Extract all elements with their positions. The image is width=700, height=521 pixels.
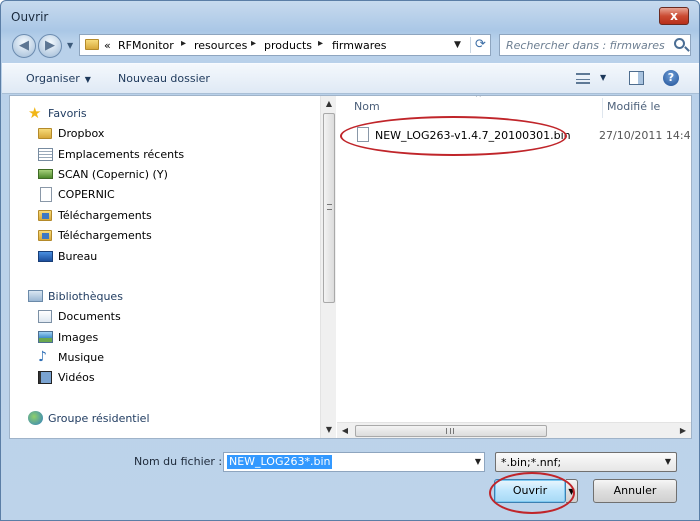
scroll-thumb[interactable]: [323, 113, 335, 303]
chevron-down-icon[interactable]: ▼: [475, 457, 481, 466]
file-name: NEW_LOG263-v1.4.7_20100301.bin: [375, 129, 571, 142]
open-options-dropdown[interactable]: ▼: [566, 479, 578, 503]
nav-item-label: Images: [58, 331, 99, 344]
folder-icon: [85, 39, 99, 50]
file-list-pane: Nom ^ Modifié le NEW_LOG263-v1.4.7_20100…: [337, 96, 691, 438]
scroll-right-arrow-icon[interactable]: ▶: [675, 423, 691, 439]
navigation-pane: ★ Favoris Dropbox Emplacements récents S…: [10, 96, 320, 438]
libraries-icon: [28, 290, 43, 302]
scroll-down-arrow-icon[interactable]: ▼: [321, 422, 337, 438]
column-header-modified[interactable]: Modifié le: [607, 100, 660, 113]
view-options-icon[interactable]: [576, 73, 590, 84]
close-button[interactable]: x: [659, 7, 689, 25]
folder-icon: [38, 128, 52, 139]
filename-input[interactable]: NEW_LOG263*.bin: [227, 455, 333, 469]
nav-group-label: Favoris: [48, 107, 87, 120]
view-dropdown-icon[interactable]: ▼: [600, 73, 606, 82]
file-icon: [357, 127, 369, 142]
help-icon[interactable]: ?: [663, 70, 679, 86]
nav-pane-scrollbar[interactable]: ▲ ▼: [320, 96, 336, 438]
command-toolbar: Organiser ▼ Nouveau dossier ▼ ?: [2, 63, 699, 94]
nav-item-label: SCAN (Copernic) (Y): [58, 168, 168, 181]
breadcrumb-separator-icon[interactable]: ▸: [181, 38, 186, 49]
filetype-value: *.bin;*.nnf;: [501, 456, 562, 469]
address-bar[interactable]: « RFMonitor ▸ resources ▸ products ▸ fir…: [79, 34, 491, 56]
back-button[interactable]: ◀: [12, 34, 36, 58]
breadcrumb-separator-icon[interactable]: ▸: [318, 38, 323, 49]
grip-icon: [327, 204, 332, 210]
recent-places-icon: [38, 148, 53, 161]
document-icon: [40, 187, 52, 202]
nav-item-label: Musique: [58, 351, 104, 364]
refresh-icon[interactable]: ⟳: [470, 37, 490, 53]
open-button[interactable]: Ouvrir: [494, 479, 566, 503]
address-dropdown-icon[interactable]: ▼: [454, 40, 461, 50]
nav-group-label: Groupe résidentiel: [48, 412, 150, 425]
title-bar: Ouvrir x: [1, 1, 699, 31]
network-drive-icon: [38, 169, 53, 179]
nav-item-label: Bureau: [58, 250, 98, 263]
open-file-dialog: Ouvrir x ◀ ▶ ▼ « RFMonitor ▸ resources ▸…: [0, 0, 700, 521]
file-pane-scrollbar[interactable]: ◀ ▶: [337, 422, 691, 438]
chevron-down-icon: ▼: [84, 75, 91, 84]
cancel-button[interactable]: Annuler: [593, 479, 677, 503]
nav-item-label: Emplacements récents: [58, 148, 185, 161]
desktop-icon: [38, 251, 53, 262]
organize-button[interactable]: Organiser ▼: [26, 72, 91, 85]
film-strip-icon: [38, 371, 52, 384]
downloads-folder-icon: [38, 230, 52, 241]
file-modified-date: 27/10/2011 14:42: [599, 129, 691, 142]
scroll-up-arrow-icon[interactable]: ▲: [321, 96, 337, 112]
breadcrumb-rfmonitor[interactable]: RFMonitor: [118, 39, 174, 52]
nav-item-label: Documents: [58, 310, 121, 323]
search-icon[interactable]: [674, 38, 685, 49]
preview-pane-icon[interactable]: [629, 71, 644, 85]
nav-item-label: Téléchargements: [58, 209, 152, 222]
organize-label: Organiser: [26, 72, 80, 85]
grip-icon: [446, 428, 454, 434]
column-header-name[interactable]: Nom: [354, 100, 380, 113]
breadcrumb-resources[interactable]: resources: [194, 39, 247, 52]
breadcrumb-separator-icon[interactable]: ▸: [251, 38, 256, 49]
documents-icon: [38, 310, 52, 323]
file-row[interactable]: NEW_LOG263-v1.4.7_20100301.bin 27/10/201…: [353, 126, 691, 146]
scroll-thumb[interactable]: [355, 425, 547, 437]
sort-caret-icon: ^: [475, 96, 482, 102]
homegroup-icon: [28, 411, 43, 425]
window-title: Ouvrir: [11, 10, 49, 24]
recent-locations-dropdown-icon[interactable]: ▼: [67, 41, 73, 50]
nav-item-label: Dropbox: [58, 127, 105, 140]
scroll-left-arrow-icon[interactable]: ◀: [337, 423, 353, 439]
breadcrumb-products[interactable]: products: [264, 39, 312, 52]
images-icon: [38, 331, 53, 343]
chevron-down-icon: ▼: [664, 457, 671, 466]
music-note-icon: ♪: [38, 349, 47, 365]
nav-group-label: Bibliothèques: [48, 290, 123, 303]
nav-item-label: Vidéos: [58, 371, 95, 384]
star-icon: ★: [28, 104, 42, 122]
downloads-folder-icon: [38, 210, 52, 221]
search-box[interactable]: Rechercher dans : firmwares: [499, 34, 691, 56]
filetype-select[interactable]: *.bin;*.nnf; ▼: [495, 452, 677, 472]
breadcrumb-overflow[interactable]: «: [104, 39, 111, 52]
browser-content: ★ Favoris Dropbox Emplacements récents S…: [9, 95, 692, 439]
search-input[interactable]: Rechercher dans : firmwares: [506, 39, 665, 52]
chevron-down-icon: ▼: [568, 487, 575, 496]
filename-field[interactable]: NEW_LOG263*.bin ▼: [223, 452, 485, 472]
new-folder-button[interactable]: Nouveau dossier: [118, 72, 210, 85]
nav-item-label: Téléchargements: [58, 229, 152, 242]
forward-button[interactable]: ▶: [38, 34, 62, 58]
filename-label: Nom du fichier :: [134, 455, 223, 468]
column-divider[interactable]: [602, 98, 603, 118]
breadcrumb-firmwares[interactable]: firmwares: [332, 39, 387, 52]
nav-item-label: COPERNIC: [58, 188, 115, 201]
